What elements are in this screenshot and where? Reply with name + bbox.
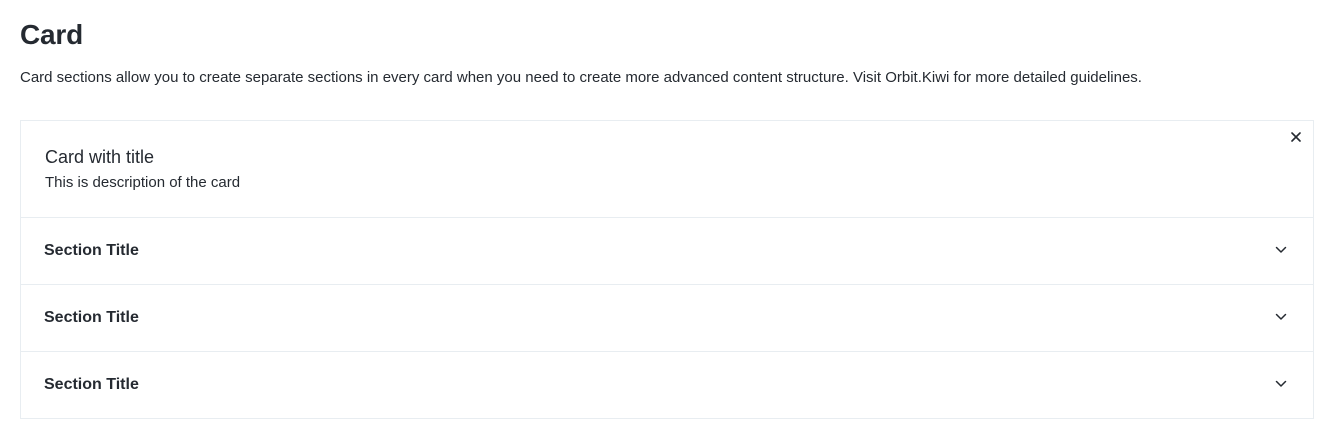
section-title: Section Title [44, 376, 139, 393]
page-title: Card [20, 19, 83, 50]
card: Card with title This is description of t… [20, 120, 1314, 419]
chevron-down-icon [1275, 311, 1287, 323]
close-icon [1291, 132, 1301, 142]
card-header: Card with title This is description of t… [21, 121, 1313, 218]
close-button[interactable] [1288, 129, 1304, 145]
section-title: Section Title [44, 242, 139, 259]
card-title: Card with title [45, 147, 155, 167]
page-description: Card sections allow you to create separa… [20, 69, 1142, 86]
chevron-down-icon [1275, 244, 1287, 256]
section-title: Section Title [44, 309, 139, 326]
card-section-2[interactable]: Section Title [21, 285, 1313, 352]
card-description: This is description of the card [45, 174, 241, 191]
card-section-3[interactable]: Section Title [21, 352, 1313, 418]
chevron-down-icon [1275, 378, 1287, 390]
card-section-1[interactable]: Section Title [21, 218, 1313, 285]
